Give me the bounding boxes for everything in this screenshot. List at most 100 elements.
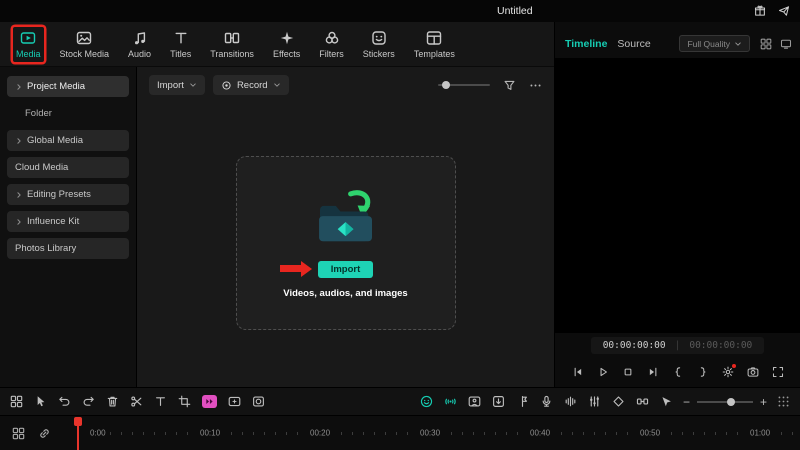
sidebar-item-influence-kit[interactable]: Influence Kit [7,211,129,232]
zoom-out-button[interactable]: − [683,396,690,408]
transitions-icon [224,30,240,46]
ai-portrait-icon[interactable] [420,395,433,408]
slider-thumb[interactable] [727,398,735,406]
toolbar-left-group [10,395,265,408]
prev-frame-icon[interactable] [572,366,584,378]
tab-templates[interactable]: Templates [411,27,458,62]
sidebar-item-cloud-media[interactable]: Cloud Media [7,157,129,178]
tab-audio[interactable]: Audio [125,27,154,62]
undo-icon[interactable] [58,395,71,408]
tab-source[interactable]: Source [617,38,650,50]
sidebar-list: Project Media Folder Global Media Cloud Med… [0,67,137,387]
ruler-label: 00:30 [418,429,442,438]
media-panel-body: Import Videos, audios, and images [137,99,554,387]
settings-icon[interactable] [722,366,734,378]
mixer-icon[interactable] [588,395,601,408]
stop-icon[interactable] [622,366,634,378]
filter-funnel-icon[interactable] [503,79,516,92]
link-icon[interactable] [38,427,51,440]
scissors-icon[interactable] [130,395,143,408]
tab-stickers[interactable]: Stickers [360,27,398,62]
apps-grid-icon[interactable] [12,427,25,440]
preview-header-icons [760,38,792,50]
timeline-zoom-slider[interactable] [697,396,753,408]
fullscreen-icon[interactable] [772,366,784,378]
tab-titles[interactable]: Titles [167,27,194,62]
crop-icon[interactable] [178,395,191,408]
send-icon[interactable] [778,5,790,17]
import-dropdown[interactable]: Import [149,75,205,95]
templates-icon [426,30,442,46]
more-options-icon[interactable] [529,79,542,92]
ruler-label: 0:00 [88,429,108,438]
ruler-label: 00:40 [528,429,552,438]
tab-label: Stock Media [60,49,110,59]
main-area: Media Stock Media Audio Titles Transitions Ef… [0,22,800,387]
redo-icon[interactable] [82,395,95,408]
mic-icon[interactable] [540,395,553,408]
preview-panel: Timeline Source Full Quality 00:00:00:00… [555,22,800,387]
ruler-label: 01:00 [748,429,772,438]
record-dropdown[interactable]: Record [213,75,289,95]
zoom-in-button[interactable]: + [760,396,767,408]
select-tool-icon[interactable] [34,395,47,408]
media-panel-header-right [438,79,542,92]
playhead[interactable] [77,417,79,450]
next-frame-icon[interactable] [647,366,659,378]
marker-icon[interactable] [516,395,529,408]
audio-icon [132,30,148,46]
tab-transitions[interactable]: Transitions [207,27,257,62]
arrow-head [301,261,312,277]
import-button-row: Import [318,259,374,278]
sidebar-item-folder[interactable]: Folder [7,103,129,124]
chevron-down-icon [734,40,742,48]
mask-icon[interactable] [252,395,265,408]
mark-out-icon[interactable] [697,366,709,378]
sidebar-item-global-media[interactable]: Global Media [7,130,129,151]
playhead-head[interactable] [74,417,82,426]
green-screen-icon[interactable] [468,395,481,408]
sidebar-item-project-media[interactable]: Project Media [7,76,129,97]
mark-in-icon[interactable] [672,366,684,378]
ripple-icon[interactable] [636,395,649,408]
sidebar-item-photos-library[interactable]: Photos Library [7,238,129,259]
pointer-export-icon[interactable] [660,395,673,408]
apps-grid-icon[interactable] [10,395,23,408]
tab-timeline[interactable]: Timeline [565,38,607,50]
import-button[interactable]: Import [318,261,374,278]
slider-thumb[interactable] [442,81,450,89]
gift-icon[interactable] [754,5,766,17]
speed-badge-icon[interactable] [202,395,217,408]
display-icon[interactable] [780,38,792,50]
tab-effects[interactable]: Effects [270,27,303,62]
audio-sync-icon[interactable] [444,395,457,408]
tab-media[interactable]: Media [13,27,44,62]
keyframe-icon[interactable] [612,395,625,408]
titles-icon [173,30,189,46]
timeline-ruler[interactable]: 0:0000:1000:2000:3000:4000:5001:00 [86,416,800,450]
thumbnail-size-slider[interactable] [438,79,490,91]
quality-dropdown[interactable]: Full Quality [679,35,750,52]
apps-grid-icon[interactable] [760,38,772,50]
export-frame-icon[interactable] [492,395,505,408]
play-icon[interactable] [597,366,609,378]
import-dropzone[interactable]: Import Videos, audios, and images [236,156,456,330]
trash-icon[interactable] [106,395,119,408]
quality-dropdown-label: Full Quality [687,39,730,49]
tab-label: Stickers [363,49,395,59]
titlebar: Untitled [0,0,800,22]
tab-filters[interactable]: Filters [316,27,347,62]
left-column: Media Stock Media Audio Titles Transitions Ef… [0,22,555,387]
sidebar-item-editing-presets[interactable]: Editing Presets [7,184,129,205]
timecode-display: 00:00:00:00 | 00:00:00:00 [591,337,765,354]
preview-header: Timeline Source Full Quality [555,22,800,58]
voice-icon[interactable] [564,395,577,408]
transport-controls [555,357,800,387]
text-tool-icon[interactable] [154,395,167,408]
tab-stock-media[interactable]: Stock Media [57,27,113,62]
preview-viewport [555,58,800,333]
ai-clip-icon[interactable] [228,395,241,408]
track-manager-icon[interactable] [777,395,790,408]
snapshot-icon[interactable] [747,366,759,378]
record-dropdown-label: Record [237,80,268,91]
